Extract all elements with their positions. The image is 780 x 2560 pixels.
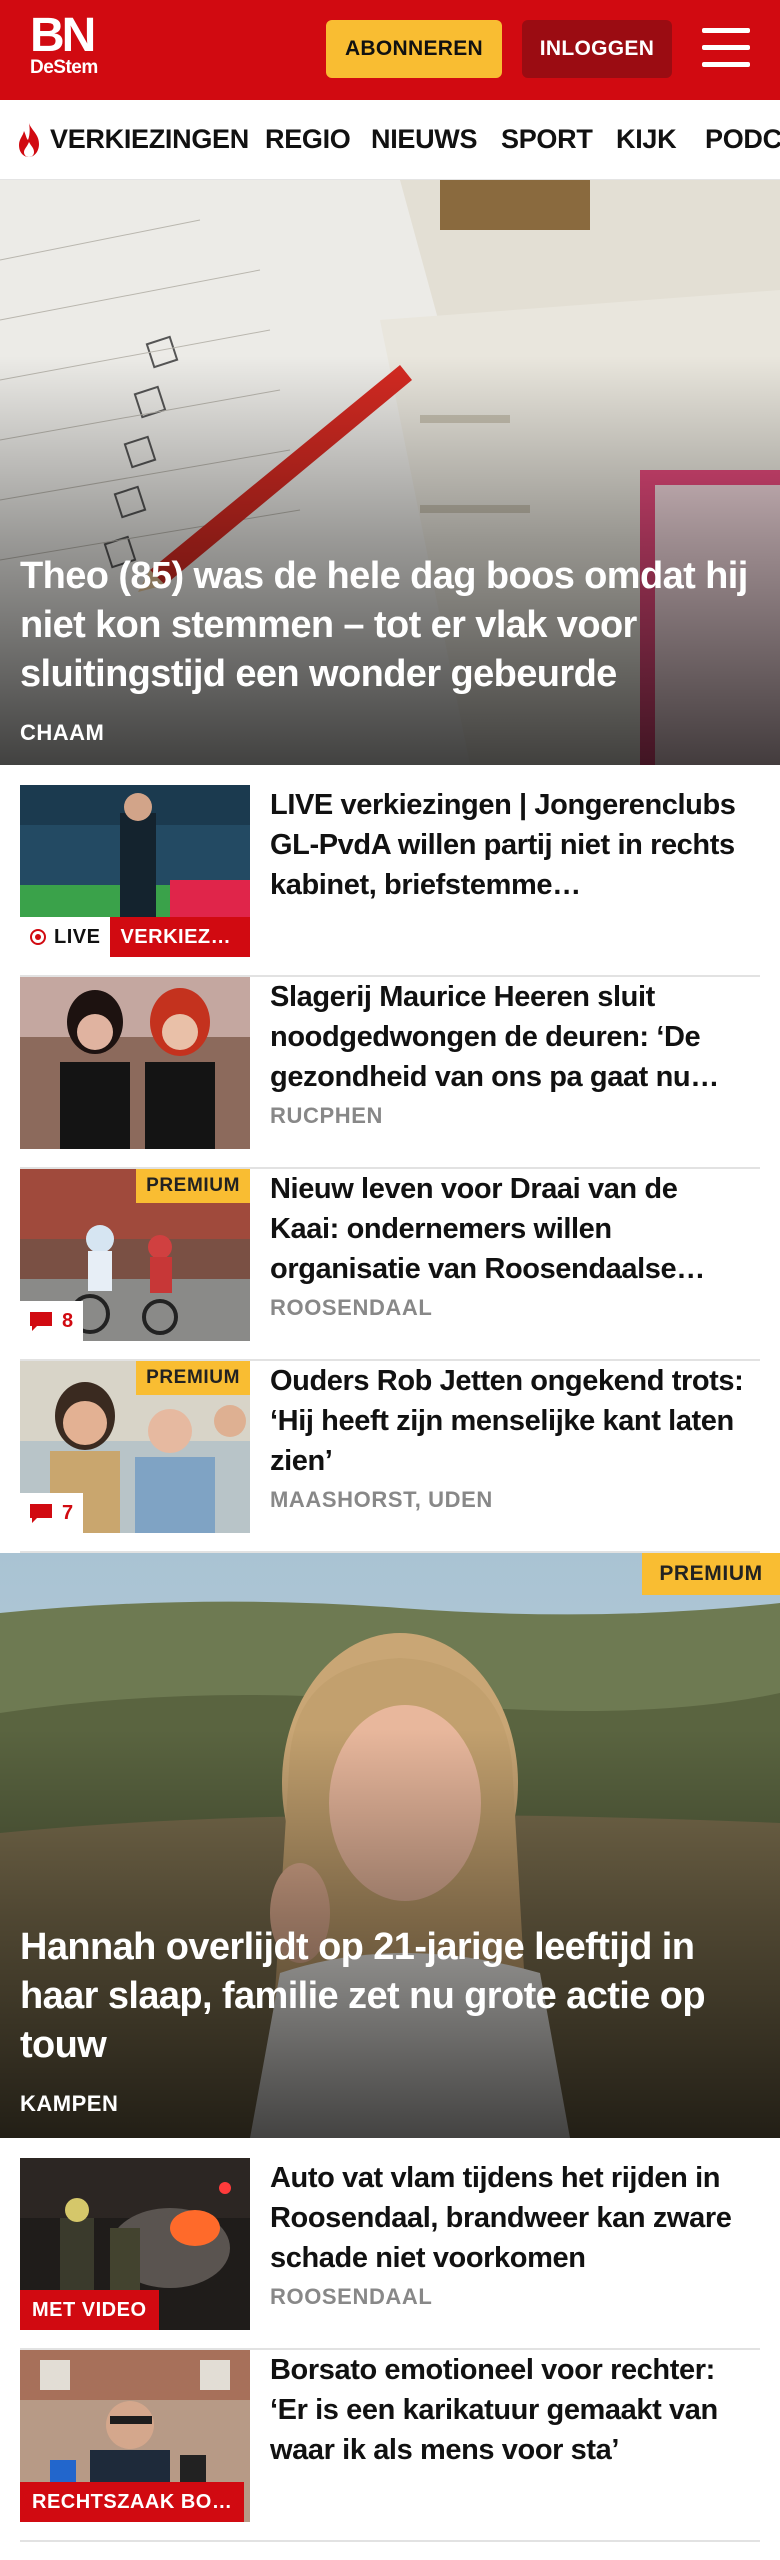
category-label: VERKIEZ… bbox=[110, 917, 250, 957]
article-title[interactable]: LIVE verkiezingen | Jongeren­clubs GL-Pv… bbox=[270, 785, 750, 905]
article-thumbnail: RECHTSZAAK BO… bbox=[20, 2350, 250, 2522]
article-thumbnail bbox=[20, 977, 250, 1149]
article-title[interactable]: Borsato emotioneel voor rechter: ‘Er is … bbox=[270, 2350, 750, 2470]
premium-badge: PREMIUM bbox=[642, 1553, 780, 1595]
list-item[interactable]: MET VIDEO Auto vat vlam tijdens het rijd… bbox=[20, 2158, 760, 2350]
hero-location: CHAAM bbox=[20, 720, 105, 745]
video-tag: MET VIDEO bbox=[20, 2290, 159, 2330]
comment-count: 7 bbox=[62, 1501, 74, 1524]
list-item[interactable]: PREMIUM 7 Ouders Rob Jetten ongekend tro… bbox=[20, 1361, 760, 1553]
nav-item-kijk[interactable]: KIJK bbox=[616, 122, 677, 156]
comment-count-badge[interactable]: 7 bbox=[20, 1493, 84, 1533]
article-location: ROOSENDAAL bbox=[270, 2284, 433, 2309]
logo-main-text: BN bbox=[30, 9, 96, 62]
site-logo[interactable]: BN DeStem bbox=[30, 9, 112, 78]
nav-item-podcast[interactable]: PODC bbox=[705, 122, 780, 156]
nav-item-sport[interactable]: SPORT bbox=[501, 122, 593, 156]
article-location: ROOSENDAAL bbox=[270, 1295, 433, 1320]
article-location: RUCPHEN bbox=[270, 1103, 383, 1128]
article-thumbnail: MET VIDEO bbox=[20, 2158, 250, 2330]
hamburger-menu-icon[interactable] bbox=[700, 26, 752, 70]
live-label: LIVE bbox=[54, 925, 101, 948]
article-location: MAASHORST, UDEN bbox=[270, 1487, 493, 1512]
section-nav: VERKIEZINGEN REGIO NIEUWS SPORT KIJK POD… bbox=[0, 100, 780, 180]
thumbnail-image bbox=[20, 977, 250, 1149]
premium-badge: PREMIUM bbox=[136, 1169, 250, 1203]
article-thumbnail: PREMIUM 8 bbox=[20, 1169, 250, 1341]
article-title[interactable]: Auto vat vlam tijdens het rijden in Roos… bbox=[270, 2158, 750, 2278]
flame-icon bbox=[19, 123, 39, 157]
nav-item-verkiezingen[interactable]: VERKIEZINGEN bbox=[50, 122, 249, 156]
list-item[interactable]: RECHTSZAAK BO… Borsato emotioneel voor r… bbox=[20, 2350, 760, 2542]
logo-sub-text: DeStem bbox=[30, 57, 98, 78]
live-dot-icon bbox=[30, 929, 46, 945]
comment-bubble-icon bbox=[30, 1312, 52, 1331]
list-item[interactable]: LIVE VERKIEZ… LIVE verkiezingen | Jonger… bbox=[20, 785, 760, 977]
nav-item-nieuws[interactable]: NIEUWS bbox=[371, 122, 478, 156]
hero-title[interactable]: Theo (85) was de hele dag boos omdat hij… bbox=[20, 552, 760, 699]
article-title[interactable]: Slagerij Maurice Heeren sluit noodgedwon… bbox=[270, 977, 750, 1097]
premium-badge: PREMIUM bbox=[136, 1361, 250, 1395]
list-item[interactable]: PREMIUM 8 Nieuw leven voor Draai van de … bbox=[20, 1169, 760, 1361]
category-tag: RECHTSZAAK BO… bbox=[20, 2482, 245, 2522]
article-title[interactable]: Ouders Rob Jetten ongekend trots: ‘Hij h… bbox=[270, 1361, 750, 1481]
hero-location: KAMPEN bbox=[20, 2091, 119, 2116]
subscribe-button[interactable]: ABONNEREN bbox=[326, 20, 502, 78]
list-item[interactable]: Slagerij Maurice Heeren sluit noodgedwon… bbox=[20, 977, 760, 1169]
article-thumbnail: PREMIUM 7 bbox=[20, 1361, 250, 1533]
live-category-badge: LIVE VERKIEZ… bbox=[20, 917, 250, 957]
hero-title[interactable]: Hannah overlijdt op 21-jarige leeftijd i… bbox=[20, 1923, 760, 2070]
comment-count-badge[interactable]: 8 bbox=[20, 1301, 84, 1341]
article-title[interactable]: Nieuw leven voor Draai van de Kaai: onde… bbox=[270, 1169, 750, 1289]
comment-count: 8 bbox=[62, 1309, 74, 1332]
article-thumbnail: LIVE VERKIEZ… bbox=[20, 785, 250, 957]
hero-article-theo[interactable]: Theo (85) was de hele dag boos omdat hij… bbox=[0, 180, 780, 765]
nav-item-regio[interactable]: REGIO bbox=[265, 122, 351, 156]
top-header: BN DeStem ABONNEREN INLOGGEN bbox=[0, 0, 780, 100]
comment-bubble-icon bbox=[30, 1504, 52, 1523]
login-button[interactable]: INLOGGEN bbox=[522, 20, 672, 78]
hero-article-hannah[interactable]: PREMIUM Hannah overlijdt op 21-jarige le… bbox=[0, 1553, 780, 2138]
